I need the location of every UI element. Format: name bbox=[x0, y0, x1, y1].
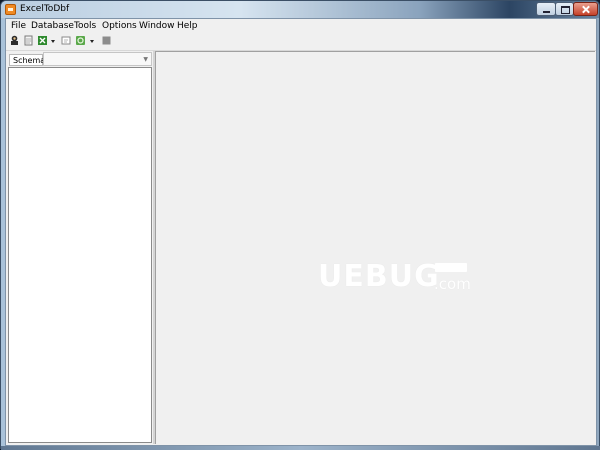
excel-icon[interactable] bbox=[37, 35, 48, 46]
stop-icon[interactable] bbox=[101, 35, 112, 46]
menu-bar: File Database Tools Options Window Help bbox=[6, 19, 596, 33]
refresh-dropdown-arrow-icon[interactable] bbox=[90, 40, 94, 43]
refresh-icon[interactable] bbox=[75, 35, 86, 46]
chevron-down-icon[interactable]: ▼ bbox=[143, 57, 148, 63]
mdi-workspace bbox=[155, 51, 595, 444]
window-title: ExcelToDbf bbox=[20, 4, 70, 14]
connect-icon[interactable] bbox=[9, 35, 20, 46]
toolbar bbox=[6, 33, 596, 51]
title-bar[interactable]: ExcelToDbf bbox=[1, 1, 599, 18]
watermark-suffix: .com bbox=[434, 275, 471, 293]
client-area: File Database Tools Options Window Help bbox=[5, 18, 597, 446]
watermark-logo: UEBUG bbox=[318, 259, 440, 294]
app-icon[interactable] bbox=[5, 4, 16, 15]
menu-options[interactable]: Options bbox=[102, 21, 137, 31]
menu-tools[interactable]: Tools bbox=[74, 21, 96, 31]
schema-select[interactable]: ▼ bbox=[43, 52, 152, 66]
menu-database[interactable]: Database bbox=[31, 21, 74, 31]
menu-help[interactable]: Help bbox=[177, 21, 198, 31]
schema-panel: Schema ▼ bbox=[7, 51, 153, 444]
menu-window[interactable]: Window bbox=[139, 21, 175, 31]
schema-tree[interactable] bbox=[8, 67, 152, 443]
application-window: ExcelToDbf File Database Tools Options W… bbox=[0, 0, 600, 450]
schema-tab[interactable]: Schema bbox=[9, 54, 45, 66]
menu-file[interactable]: File bbox=[11, 21, 26, 31]
watermark-tag bbox=[435, 263, 467, 272]
export-icon[interactable] bbox=[61, 35, 72, 46]
maximize-icon[interactable] bbox=[555, 2, 574, 16]
new-document-icon[interactable] bbox=[23, 35, 34, 46]
window-bottom-border bbox=[1, 446, 600, 450]
excel-dropdown-arrow-icon[interactable] bbox=[51, 40, 55, 43]
minimize-icon[interactable] bbox=[536, 2, 556, 16]
close-icon[interactable] bbox=[573, 2, 598, 16]
